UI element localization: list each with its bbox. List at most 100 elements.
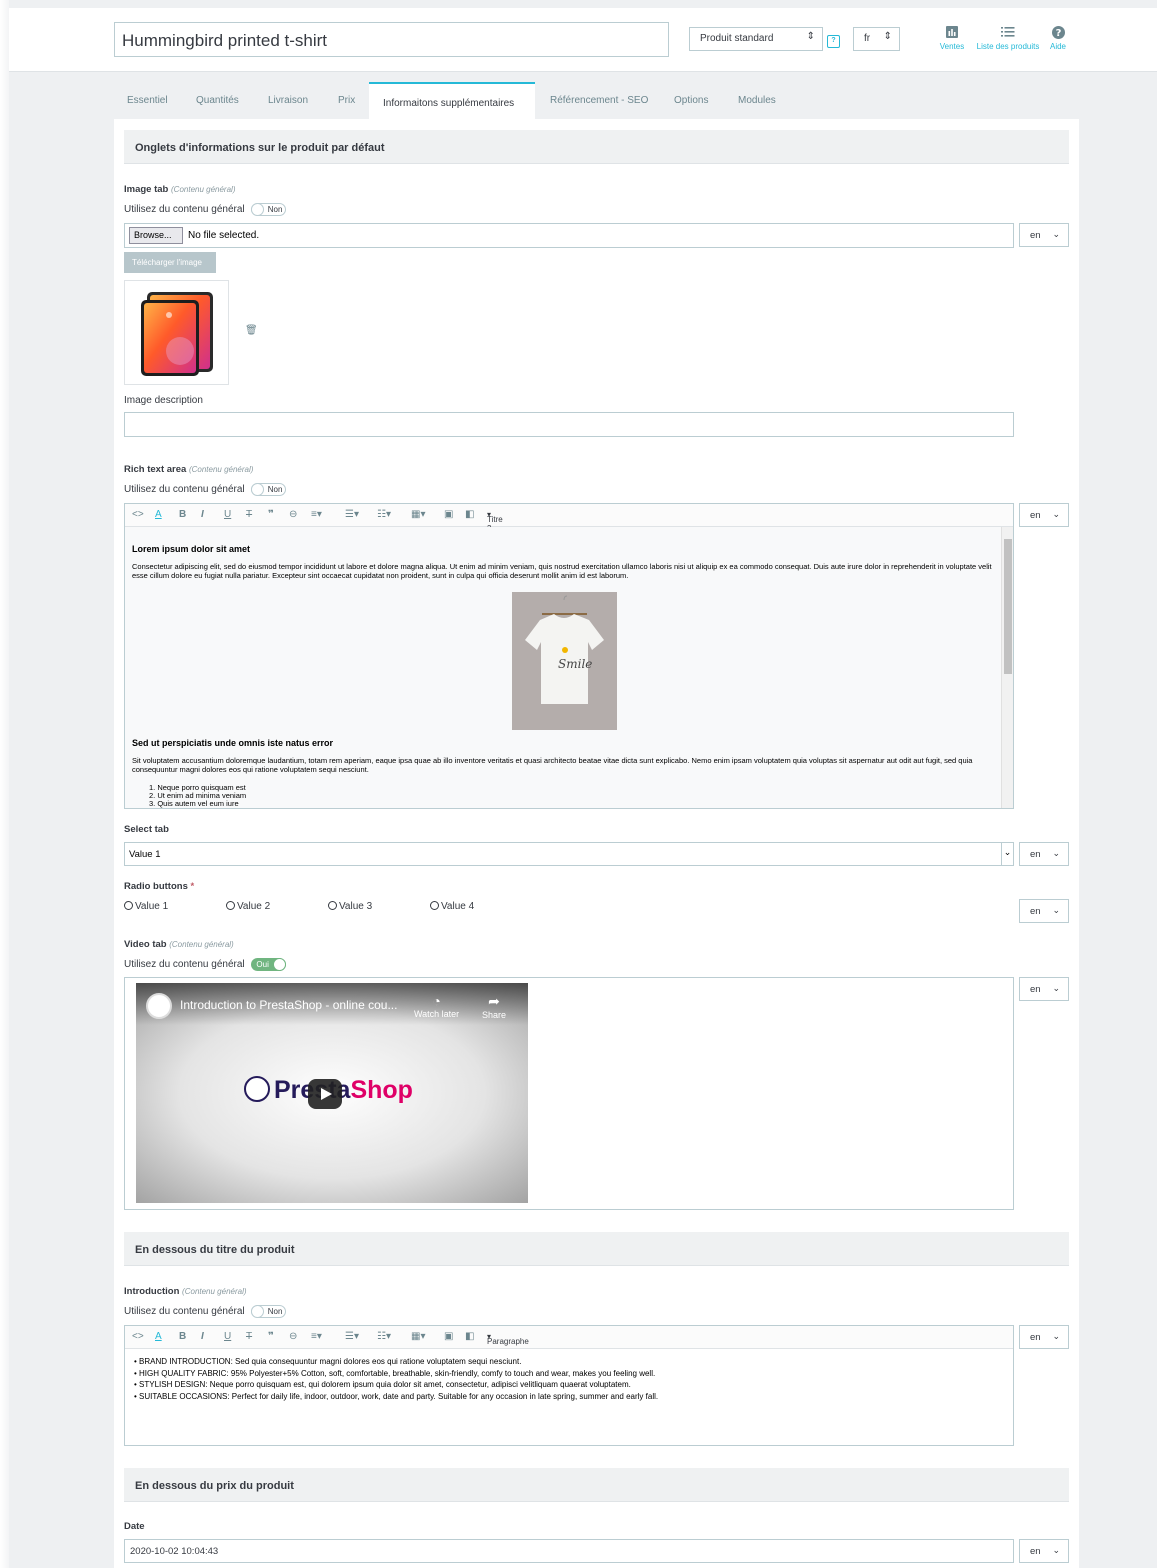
tab-modules[interactable]: Modules [738,82,776,119]
bold-icon[interactable]: B [179,1331,186,1342]
radio-option[interactable]: Value 1 [124,901,168,912]
lang-select-date[interactable]: en ⌄ [1019,1539,1069,1563]
link-icon[interactable]: ⊖ [289,1331,297,1342]
use-general-label: Utilisez du contenu général [124,204,245,216]
format-select[interactable]: Paragraphe ▾ [487,1332,529,1346]
tab-essentiel[interactable]: Essentiel [127,82,168,119]
channel-avatar[interactable] [146,993,172,1019]
code-view-icon[interactable]: <> [132,509,144,520]
product-type-select[interactable]: Produit standard ⇕ [689,27,823,51]
list-item-text: HIGH QUALITY FABRIC: 95% Polyester+5% Co… [139,1368,656,1378]
bullet-list-icon[interactable]: ☰▾ [345,509,359,520]
tab-options[interactable]: Options [674,82,708,119]
quote-icon[interactable]: ❞ [268,1331,274,1342]
image-file-input[interactable]: Browse... No file selected. [124,223,1014,248]
align-icon[interactable]: ≡▾ [311,509,322,520]
sales-button[interactable]: Ventes [937,26,967,51]
format-select[interactable]: Titre 3 ▾ [487,510,503,533]
product-type-value: Produit standard [700,33,774,44]
play-button-icon[interactable] [308,1079,342,1109]
video-title[interactable]: Introduction to PrestaShop - online cou.… [180,998,397,1012]
media-insert-icon[interactable]: ◧ [465,1331,474,1342]
watch-later-button[interactable]: ◔ Watch later [414,993,459,1019]
underline-icon[interactable]: U [224,1331,231,1342]
media-insert-icon[interactable]: ◧ [465,509,474,520]
italic-icon[interactable]: I [201,509,204,520]
video-tab-label: Video tab (Contenu général) [124,939,234,950]
scrollbar-thumb[interactable] [1004,539,1012,674]
video-embed-box: Introduction to PrestaShop - online cou.… [124,977,1014,1210]
general-content-toggle[interactable]: Non [251,203,287,216]
product-list-button[interactable]: Liste des produits [972,26,1044,51]
tab-seo[interactable]: Référencement - SEO [550,82,648,119]
tab-prix[interactable]: Prix [338,82,355,119]
introduction-label: Introduction (Contenu général) [124,1286,247,1297]
align-icon[interactable]: ≡▾ [311,1331,322,1342]
lang-value: en [1030,984,1041,995]
underline-icon[interactable]: U [224,509,231,520]
delete-image-icon[interactable]: 🗑 [245,325,258,336]
browse-button[interactable]: Browse... [129,227,183,244]
image-insert-icon[interactable]: ▣ [444,509,453,520]
list-item: • BRAND INTRODUCTION: Sed quia consequun… [134,1357,522,1366]
date-label: Date [124,1521,145,1532]
bullet-list-icon[interactable]: ☰▾ [345,1331,359,1342]
rich-text-editor[interactable]: <> A B I U T ❞ ⊖ ≡▾ ☰▾ ☷▾ ▦▾ ▣ ◧ Titre 3… [124,503,1014,809]
help-button[interactable]: ? Aide [1047,26,1069,51]
general-content-hint: (Contenu général) [182,1287,247,1296]
editor-scrollbar[interactable] [1001,527,1013,808]
video-player[interactable]: Introduction to PrestaShop - online cou.… [136,983,528,1203]
bold-icon[interactable]: B [179,509,186,520]
tab-livraison[interactable]: Livraison [268,82,308,119]
radio-option[interactable]: Value 2 [226,901,270,912]
general-content-toggle[interactable]: Oui [251,958,287,971]
numbered-list-icon[interactable]: ☷▾ [377,509,391,520]
watch-later-label: Watch later [414,1009,460,1019]
table-icon[interactable]: ▦▾ [411,1331,425,1342]
lang-select-rich-text[interactable]: en ⌄ [1019,503,1069,527]
share-label: Share [482,1010,507,1020]
link-icon[interactable]: ⊖ [289,509,297,520]
select-tab-dropdown[interactable]: Value 1 ⌄ [124,842,1014,866]
lang-select-image[interactable]: en ⌄ [1019,223,1069,247]
image-insert-icon[interactable]: ▣ [444,1331,453,1342]
radio-option[interactable]: Value 4 [430,901,474,912]
chevron-down-icon: ⌄ [1052,1331,1060,1341]
tab-informations-supplementaires[interactable]: Informaitons supplémentaires [369,82,535,119]
image-description-input[interactable] [124,412,1014,437]
radio-option[interactable]: Value 3 [328,901,372,912]
strikethrough-icon[interactable]: T [246,509,252,520]
date-input[interactable]: 2020-10-02 10:04:43 [124,1539,1014,1563]
text-color-icon[interactable]: A [155,1331,162,1342]
sales-label: Ventes [939,42,965,51]
product-name-input[interactable]: Hummingbird printed t-shirt [114,22,669,57]
introduction-editor[interactable]: <> A B I U T ❞ ⊖ ≡▾ ☰▾ ☷▾ ▦▾ ▣ ◧ Paragra… [124,1325,1014,1446]
upload-image-button[interactable]: Télécharger l'image [124,252,216,273]
radio-circle-icon [328,901,337,910]
table-icon[interactable]: ▦▾ [411,509,425,520]
language-select[interactable]: fr ⇕ [853,27,900,51]
strikethrough-icon[interactable]: T [246,1331,252,1342]
numbered-list-icon[interactable]: ☷▾ [377,1331,391,1342]
help-icon: ? [1047,26,1069,40]
tablet-image [141,292,213,376]
use-general-row: Utilisez du contenu général Non [124,483,287,496]
code-view-icon[interactable]: <> [132,1331,144,1342]
lang-select-introduction[interactable]: en ⌄ [1019,1325,1069,1349]
list-item: 2. Ut enim ad minima veniam [149,791,247,800]
share-button[interactable]: ➦ Share [482,993,506,1020]
text-color-icon[interactable]: A [155,509,162,520]
general-content-toggle[interactable]: Non [251,483,287,496]
tab-quantites[interactable]: Quantités [196,82,239,119]
general-content-toggle[interactable]: Non [251,1305,287,1318]
italic-icon[interactable]: I [201,1331,204,1342]
lang-select-radio[interactable]: en ⌄ [1019,899,1069,923]
preview-icon[interactable]: ? [827,35,840,48]
lang-select-select-tab[interactable]: en ⌄ [1019,842,1069,866]
radio-buttons-label: Radio buttons * [124,881,194,892]
quote-icon[interactable]: ❞ [268,509,274,520]
use-general-row: Utilisez du contenu général Non [124,1305,287,1318]
editor-content[interactable]: Lorem ipsum dolor sit amet Consectetur a… [125,527,1013,808]
lang-select-video[interactable]: en ⌄ [1019,977,1069,1001]
editor-content[interactable]: • BRAND INTRODUCTION: Sed quia consequun… [125,1349,1013,1445]
